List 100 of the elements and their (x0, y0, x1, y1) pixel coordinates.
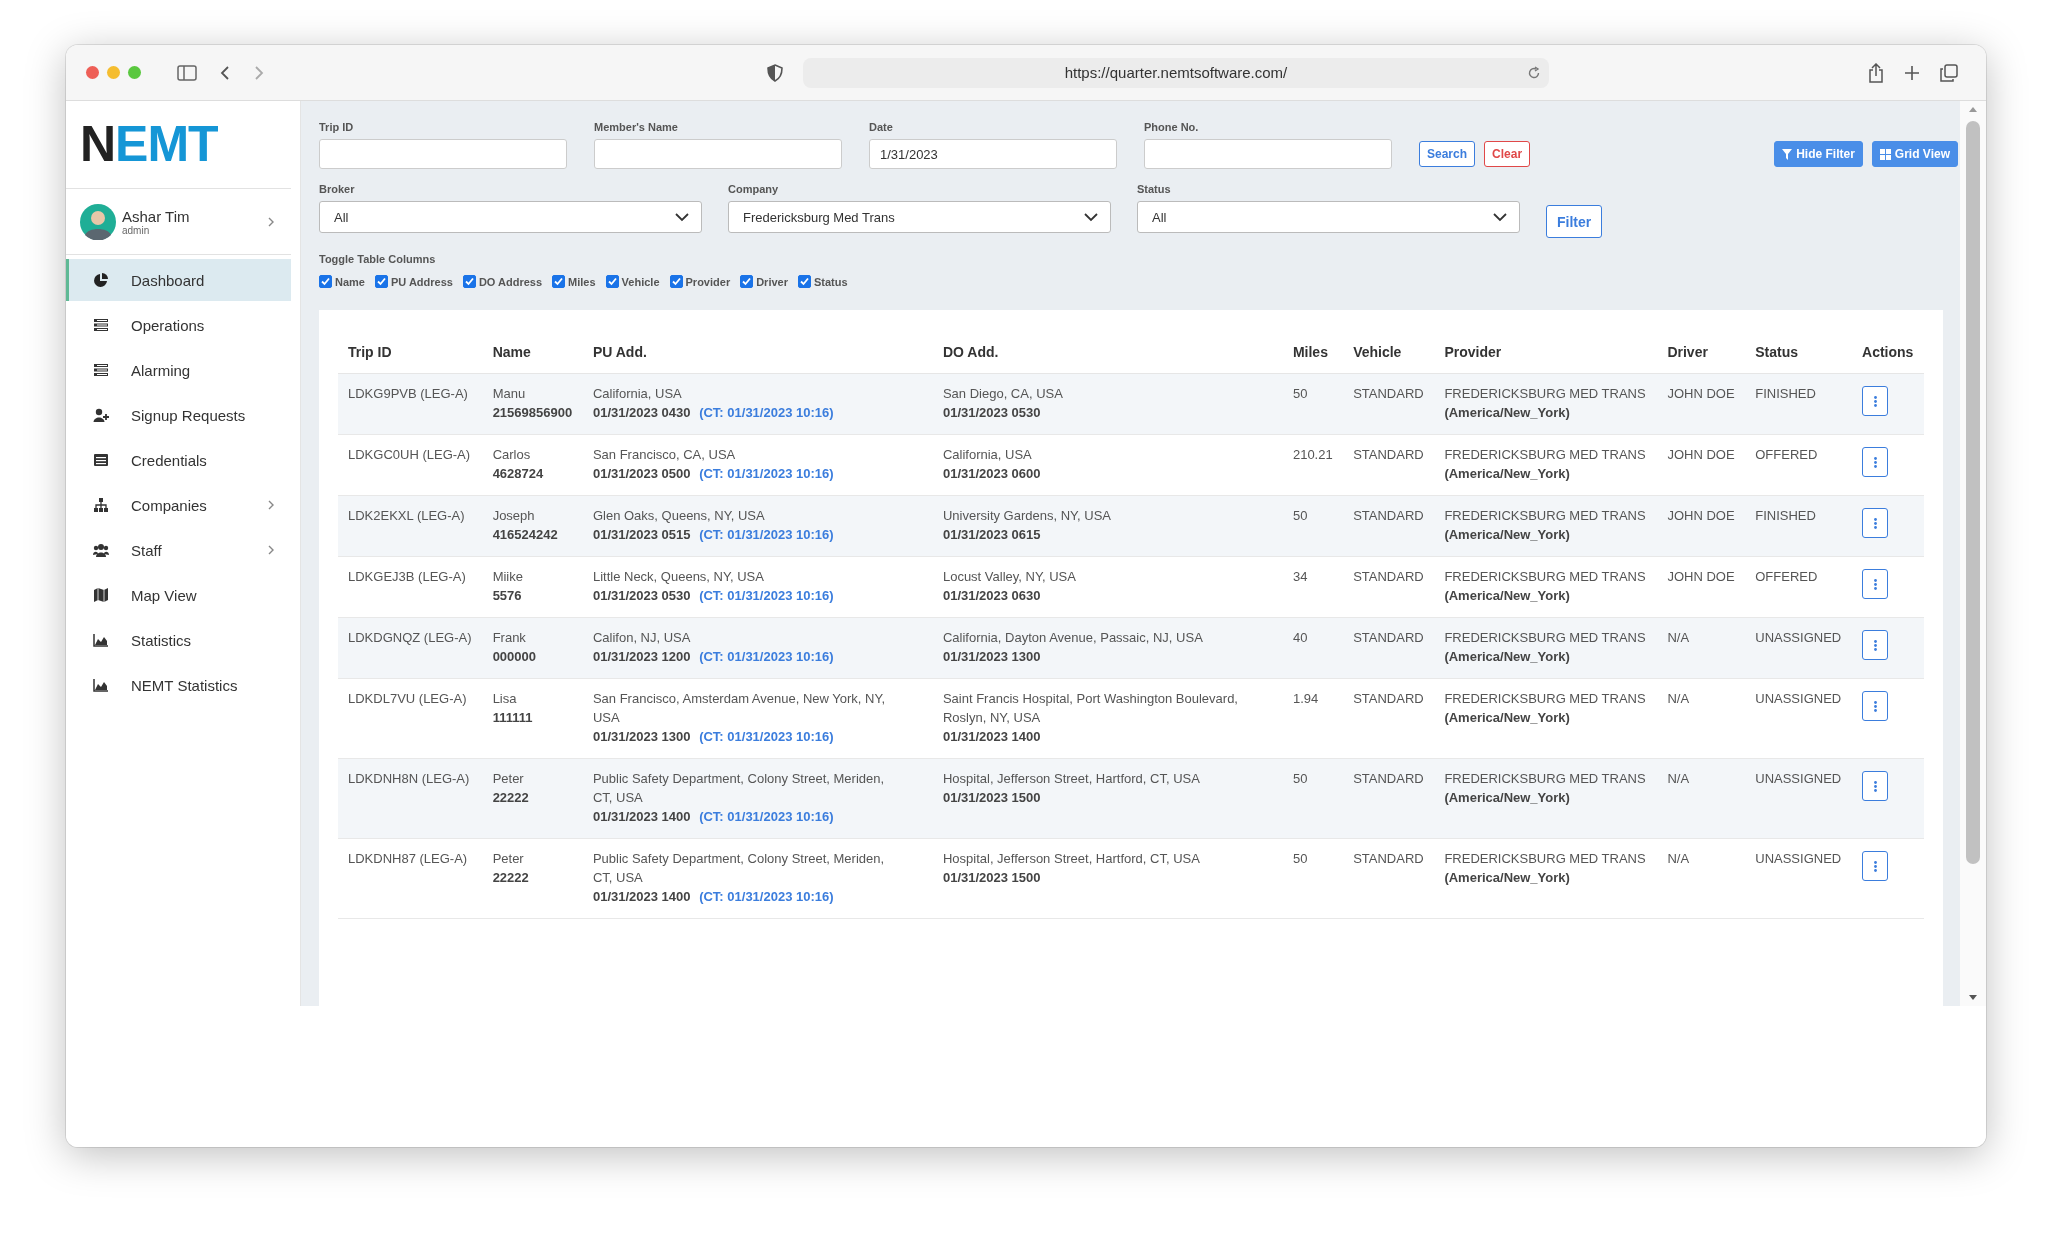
ct-time-link[interactable]: (CT: 01/31/2023 10:16) (699, 466, 834, 481)
column-toggle[interactable]: Name (319, 275, 365, 288)
table-cell-text: Glen Oaks, Queens, NY, USA (592, 507, 766, 525)
sidebar-item[interactable]: Statistics (66, 619, 291, 661)
checkbox[interactable] (605, 275, 619, 288)
input-field[interactable] (594, 139, 842, 169)
dropoff-time: 01/31/2023 0615 (942, 526, 1042, 544)
user-profile[interactable]: Ashar Tim admin (66, 189, 291, 255)
input-field[interactable] (319, 139, 567, 169)
input-field[interactable]: 1/31/2023 (869, 139, 1117, 169)
member-id: 111111 (492, 709, 534, 727)
table-cell: 1.94 (1292, 691, 1319, 706)
clear-button[interactable]: Clear (1484, 141, 1531, 167)
ct-time-link[interactable]: (CT: 01/31/2023 10:16) (699, 809, 834, 824)
table-cell-text: FREDERICKSBURG MED TRANS (1444, 690, 1647, 708)
field-label: Member's Name (594, 121, 679, 133)
shield-icon[interactable] (767, 63, 783, 82)
scrollbar[interactable] (1960, 101, 1986, 1006)
checkbox[interactable] (669, 275, 683, 288)
table-cell-text: FREDERICKSBURG MED TRANS (1444, 507, 1647, 525)
column-toggle[interactable]: Miles (552, 275, 596, 288)
table-cell-text: California, USA (942, 446, 1033, 464)
sidebar-item[interactable]: Signup Requests (66, 394, 291, 436)
table-cell: LDKDGNQZ (LEG-A) (348, 630, 472, 645)
input-field[interactable] (1144, 139, 1392, 169)
checkbox[interactable] (374, 275, 388, 288)
column-toggle[interactable]: Status (797, 275, 848, 288)
actions-button[interactable] (1862, 508, 1889, 538)
back-icon[interactable] (219, 64, 231, 81)
table-cell-text: FREDERICKSBURG MED TRANS (1444, 770, 1647, 788)
checkbox[interactable] (462, 275, 476, 288)
pie-chart-icon (93, 272, 109, 288)
scrollbar-thumb[interactable] (1966, 121, 1980, 864)
sidebar-item[interactable]: Operations (66, 304, 291, 346)
table-cell-text: California, Dayton Avenue, Passaic, NJ, USA (942, 629, 1204, 647)
ct-time-link[interactable]: (CT: 01/31/2023 10:16) (699, 729, 834, 744)
new-tab-icon[interactable] (1904, 64, 1920, 81)
filter-icon (1782, 148, 1793, 160)
actions-button[interactable] (1862, 630, 1889, 660)
close-window-icon[interactable] (86, 66, 99, 79)
ct-time-link[interactable]: (CT: 01/31/2023 10:16) (699, 405, 834, 420)
actions-button[interactable] (1862, 691, 1889, 721)
area-chart-icon (93, 677, 109, 693)
scroll-down-icon[interactable] (1968, 994, 1978, 1002)
select-field[interactable]: Fredericksburg Med Trans (728, 201, 1111, 233)
search-button[interactable]: Search (1419, 141, 1476, 167)
select-field[interactable]: All (1137, 201, 1520, 233)
filter-button[interactable]: Filter (1546, 205, 1603, 238)
actions-button[interactable] (1862, 386, 1889, 416)
select-field[interactable]: All (319, 201, 702, 233)
checkbox[interactable] (319, 275, 332, 288)
actions-button[interactable] (1862, 569, 1889, 599)
share-icon[interactable] (1868, 62, 1884, 83)
table-cell: STANDARD (1353, 447, 1424, 462)
ct-time-link[interactable]: (CT: 01/31/2023 10:16) (699, 527, 834, 542)
actions-button[interactable] (1862, 771, 1889, 801)
actions-button[interactable] (1862, 447, 1889, 477)
ct-time-link[interactable]: (CT: 01/31/2023 10:16) (699, 649, 834, 664)
actions-button[interactable] (1862, 851, 1889, 881)
table-cell: N/A (1667, 691, 1690, 706)
ct-time-link[interactable]: (CT: 01/31/2023 10:16) (699, 889, 834, 904)
column-toggle[interactable]: DO Address (462, 275, 543, 288)
tabs-overview-icon[interactable] (1940, 63, 1958, 82)
table-cell: 50 (1292, 771, 1308, 786)
sidebar-toggle-icon[interactable] (177, 64, 197, 81)
pickup-time: 01/31/2023 1400 (592, 809, 691, 824)
sidebar-item[interactable]: Map View (66, 574, 291, 616)
table-cell: N/A (1667, 851, 1690, 866)
sidebar-item[interactable]: NEMT Statistics (66, 664, 291, 706)
reload-icon[interactable] (1527, 65, 1541, 80)
user-name: Ashar Tim (122, 207, 191, 225)
column-toggle[interactable]: PU Address (374, 275, 453, 288)
table-cell: STANDARD (1353, 630, 1424, 645)
checkbox[interactable] (740, 275, 754, 288)
sidebar-item[interactable]: Companies (66, 484, 291, 526)
table-cell: STANDARD (1353, 569, 1424, 584)
forward-icon[interactable] (253, 64, 265, 81)
table-cell-text: Saint Francis Hospital, Port Washington Boulevard, Roslyn, NY, USA (942, 690, 1239, 727)
ct-time-link[interactable]: (CT: 01/31/2023 10:16) (699, 588, 834, 603)
column-header: Miles (1292, 344, 1328, 360)
column-toggle[interactable]: Provider (669, 275, 731, 288)
table-cell-text: FREDERICKSBURG MED TRANS (1444, 568, 1647, 586)
provider-timezone: (America/New_York) (1444, 869, 1571, 887)
column-toggle[interactable]: Vehicle (605, 275, 660, 288)
sidebar-item[interactable]: Dashboard (66, 259, 291, 301)
member-id: 22222 (492, 789, 530, 807)
address-bar[interactable]: https://quarter.nemtsoftware.com/ (803, 57, 1549, 88)
scroll-up-icon[interactable] (1968, 105, 1978, 113)
table-cell: STANDARD (1353, 691, 1424, 706)
checkbox[interactable] (552, 275, 566, 288)
avatar (80, 203, 116, 240)
hide-filter-button[interactable]: Hide Filter (1774, 141, 1863, 167)
sidebar-item[interactable]: Alarming (66, 349, 291, 391)
table-cell: 34 (1292, 569, 1308, 584)
checkbox[interactable] (797, 275, 811, 288)
sidebar-item[interactable]: Credentials (66, 439, 291, 481)
column-toggle[interactable]: Driver (740, 275, 788, 288)
table-cell-text: Hospital, Jefferson Street, Hartford, CT, USA (942, 770, 1201, 788)
sidebar-item[interactable]: Staff (66, 529, 291, 571)
grid-view-button[interactable]: Grid View (1871, 141, 1958, 167)
